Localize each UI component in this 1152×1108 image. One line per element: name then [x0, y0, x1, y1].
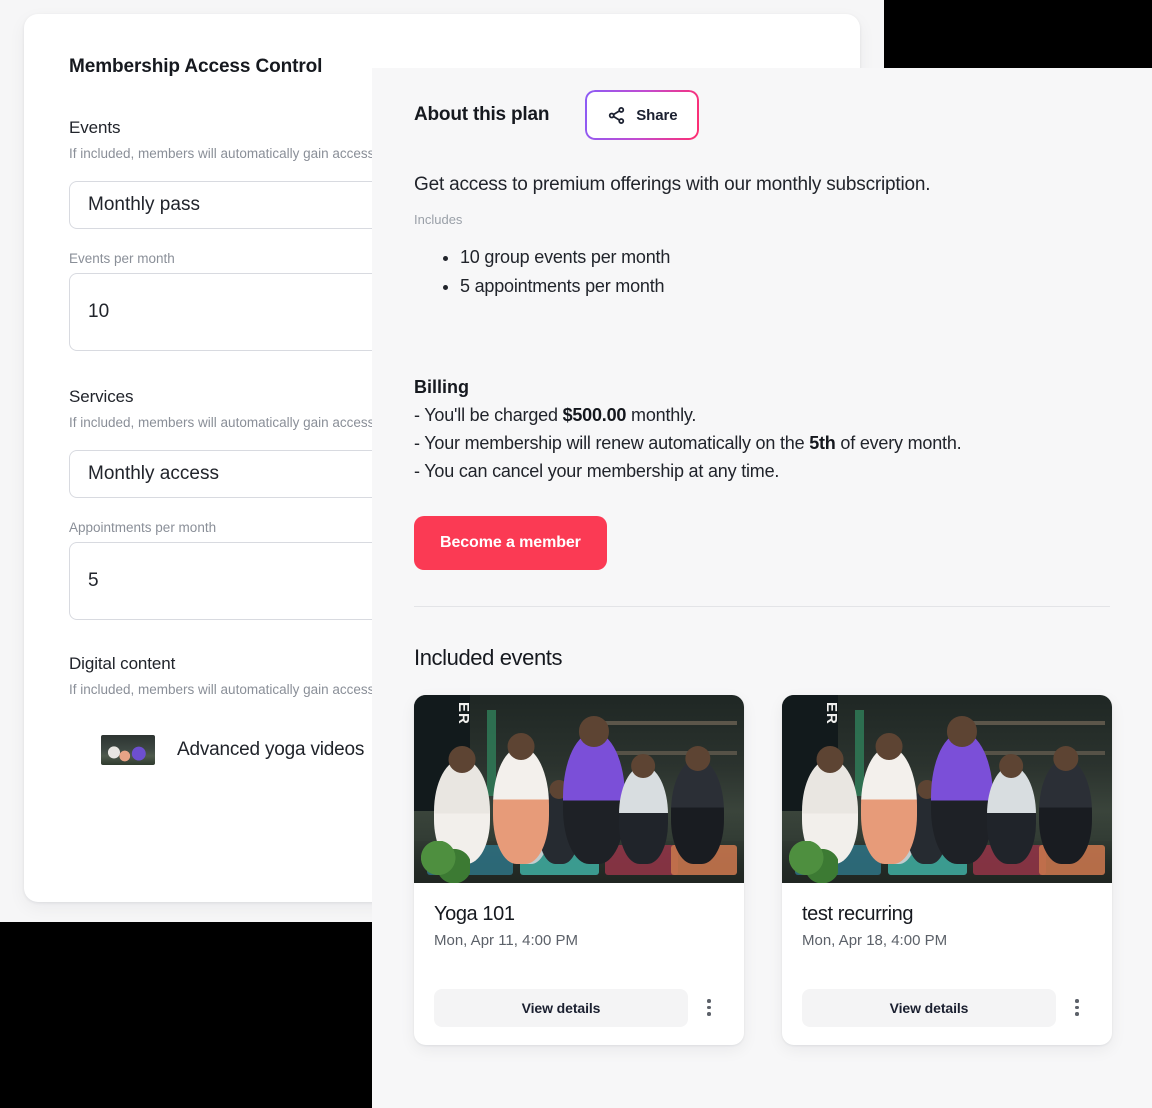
billing-line-renewal-suffix: of every month. — [835, 432, 962, 453]
event-photo-letters: ER — [455, 702, 473, 725]
billing-amount: $500.00 — [562, 404, 627, 425]
event-name: Yoga 101 — [434, 902, 515, 925]
billing-section: Billing - You'll be charged $500.00 mont… — [414, 377, 1110, 482]
events-per-month-value: 10 — [88, 300, 110, 322]
event-card-actions: View details — [802, 988, 1092, 1027]
includes-list: 10 group events per month 5 appointments… — [460, 243, 1110, 301]
event-card-actions: View details — [434, 988, 724, 1027]
included-events-heading: Included events — [414, 644, 563, 670]
about-this-plan-heading: About this plan — [414, 104, 550, 125]
event-date: Mon, Apr 11, 4:00 PM — [434, 931, 578, 949]
list-item: 10 group events per month — [460, 243, 1110, 272]
billing-heading: Billing — [414, 376, 469, 397]
section-divider — [414, 605, 1110, 607]
digital-content-item-label: Advanced yoga videos — [177, 738, 365, 760]
share-button-label: Share — [636, 106, 678, 124]
digital-content-thumbnail-icon — [101, 734, 155, 765]
billing-line-renewal-prefix: - Your membership will renew automatical… — [414, 432, 810, 453]
billing-line-charge: - You'll be charged $500.00 monthly. — [414, 405, 1110, 426]
event-photo-letters: ER — [823, 702, 841, 725]
event-photo-icon: ER — [782, 694, 1112, 883]
includes-label: Includes — [414, 212, 463, 227]
event-name: test recurring — [802, 902, 914, 925]
share-button[interactable]: Share — [585, 90, 700, 140]
plan-summary-text: Get access to premium offerings with our… — [414, 174, 931, 195]
screen-root: Membership Access Control Events If incl… — [0, 0, 1152, 1108]
list-item: 5 appointments per month — [460, 272, 1110, 301]
events-plan-select-value: Monthly pass — [88, 193, 200, 215]
billing-renewal-day: 5th — [809, 432, 836, 453]
share-icon — [609, 106, 625, 124]
event-date: Mon, Apr 18, 4:00 PM — [802, 931, 948, 949]
appointments-per-month-value: 5 — [88, 569, 99, 591]
billing-line-charge-suffix: monthly. — [626, 404, 697, 425]
event-card[interactable]: ER test recurring Mon, Apr 18, 4:00 PM V… — [782, 694, 1112, 1045]
view-details-button[interactable]: View details — [434, 988, 688, 1027]
event-photo-icon: ER — [414, 694, 744, 883]
become-a-member-button[interactable]: Become a member — [414, 515, 607, 570]
event-card-body: Yoga 101 Mon, Apr 11, 4:00 PM View detai… — [414, 883, 744, 1045]
event-card[interactable]: ER Yoga 101 Mon, Apr 11, 4:00 PM View de… — [414, 694, 744, 1045]
services-plan-select-value: Monthly access — [88, 462, 219, 484]
about-this-plan-panel: About this plan Share Get access to prem… — [372, 68, 1152, 1108]
billing-line-renewal: - Your membership will renew automatical… — [414, 433, 1110, 454]
event-card-body: test recurring Mon, Apr 18, 4:00 PM View… — [782, 883, 1112, 1045]
billing-line-charge-prefix: - You'll be charged — [414, 404, 563, 425]
plan-header: About this plan Share — [414, 90, 1110, 140]
billing-line-cancel: - You can cancel your membership at any … — [414, 460, 780, 481]
included-events-list: ER Yoga 101 Mon, Apr 11, 4:00 PM View de… — [414, 694, 1112, 1045]
event-overflow-menu-icon[interactable] — [1062, 991, 1092, 1025]
view-details-button[interactable]: View details — [802, 988, 1056, 1027]
event-overflow-menu-icon[interactable] — [694, 991, 724, 1025]
